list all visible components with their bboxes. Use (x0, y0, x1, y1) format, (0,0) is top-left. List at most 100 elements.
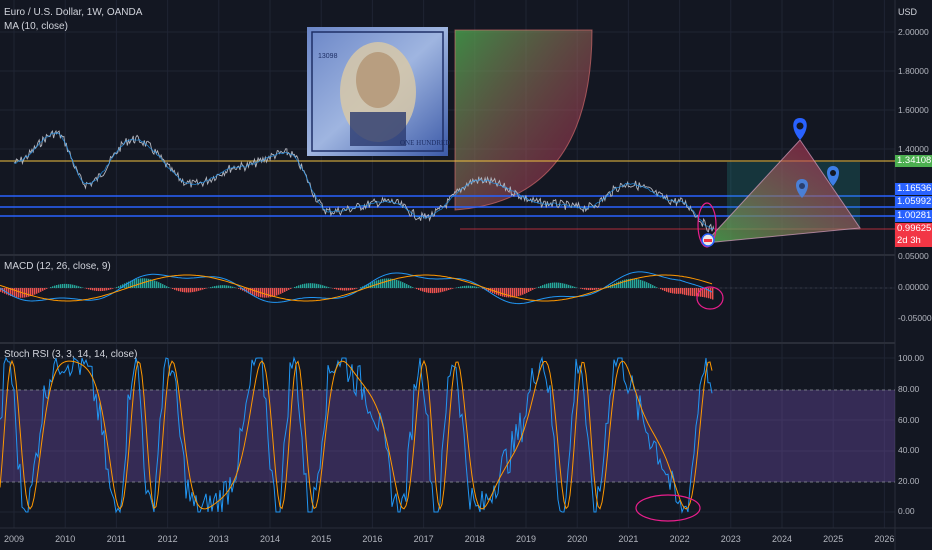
macd-histogram-bar (156, 281, 158, 288)
macd-histogram-bar (522, 288, 524, 295)
macd-histogram-bar (166, 286, 168, 288)
macd-histogram-bar (214, 286, 216, 288)
macd-histogram-bar (640, 279, 642, 288)
macd-histogram-bar (676, 288, 678, 294)
macd-histogram-bar (190, 288, 192, 293)
macd-histogram-bar (338, 288, 340, 290)
symbol-title[interactable]: Euro / U.S. Dollar, 1W, OANDA (4, 7, 142, 18)
macd-histogram-bar (550, 282, 552, 288)
macd-histogram-bar (348, 288, 350, 291)
macd-histogram-bar (592, 288, 594, 291)
macd-histogram-bar (444, 288, 446, 292)
macd-histogram-bar (336, 288, 338, 290)
macd-histogram-bar (164, 285, 166, 288)
macd-histogram-bar (442, 288, 444, 292)
macd-histogram-bar (688, 288, 690, 296)
macd-histogram-bar (224, 285, 226, 288)
macd-histogram-bar (238, 288, 240, 289)
stoch-indicator-label[interactable]: Stoch RSI (3, 3, 14, 14, close) (4, 349, 137, 360)
macd-histogram-bar (26, 288, 28, 298)
time-axis-year: 2020 (567, 534, 588, 544)
stoch-tick: 40.00 (898, 445, 920, 455)
macd-histogram-bar (94, 288, 96, 291)
macd-histogram-bar (232, 286, 234, 288)
macd-histogram-bar (584, 288, 586, 290)
macd-histogram-bar (416, 288, 418, 290)
macd-histogram-bar (422, 288, 424, 292)
macd-histogram-bar (184, 288, 186, 293)
macd-histogram-bar (152, 279, 154, 288)
macd-histogram-bar (202, 288, 204, 290)
macd-histogram-bar (194, 288, 196, 292)
macd-histogram-bar (712, 288, 714, 300)
macd-histogram-bar (388, 278, 390, 288)
macd-histogram-bar (178, 288, 180, 292)
macd-histogram-bar (134, 279, 136, 288)
macd-histogram-bar (566, 284, 568, 288)
macd-histogram-bar (590, 288, 592, 291)
macd-histogram-bar (474, 286, 476, 288)
macd-histogram-bar (446, 288, 448, 291)
macd-histogram-bar (234, 287, 236, 288)
macd-histogram-bar (230, 286, 232, 288)
macd-histogram-bar (554, 282, 556, 288)
macd-indicator-label[interactable]: MACD (12, 26, close, 9) (4, 261, 111, 272)
macd-histogram-bar (588, 288, 590, 291)
svg-text:ONE HUNDRED: ONE HUNDRED (400, 139, 450, 147)
macd-histogram-bar (100, 288, 102, 292)
chart-canvas[interactable]: 13098 ONE HUNDRED (0, 0, 932, 550)
macd-histogram-bar (180, 288, 182, 292)
macd-histogram-bar (118, 286, 120, 288)
macd-histogram-bar (218, 285, 220, 288)
time-axis-year: 2019 (515, 534, 537, 544)
macd-histogram-bar (186, 288, 188, 293)
macd-histogram-bar (328, 287, 330, 288)
bar-countdown-badge: 2d 3h (895, 235, 932, 247)
price-badge-blue: 1.16536 (895, 183, 932, 195)
macd-histogram-bar (46, 288, 48, 289)
stoch-band (0, 390, 895, 482)
macd-histogram-bar (148, 278, 150, 288)
macd-histogram-bar (466, 285, 468, 288)
macd-histogram-bar (92, 288, 94, 291)
macd-histogram-bar (16, 288, 18, 298)
macd-histogram-bar (14, 288, 16, 298)
ma-indicator-label[interactable]: MA (10, close) (4, 21, 68, 32)
macd-histogram-bar (158, 282, 160, 288)
macd-histogram-bar (382, 278, 384, 288)
macd-histogram-bar (138, 278, 140, 288)
macd-histogram-bar (252, 288, 254, 296)
map-pin-icon[interactable] (793, 118, 807, 140)
macd-histogram-bar (112, 288, 114, 289)
time-axis-year: 2012 (157, 534, 178, 544)
arc-drawing[interactable] (454, 29, 593, 211)
macd-histogram-bar (632, 278, 634, 288)
time-axis-year: 2021 (618, 534, 639, 544)
macd-histogram-bar (680, 288, 682, 294)
macd-histogram-bar (540, 285, 542, 288)
macd-histogram-bar (272, 288, 274, 297)
stoch-highlight-circle[interactable] (635, 494, 701, 522)
time-axis-year: 2023 (720, 534, 741, 544)
macd-histogram-bar (354, 288, 356, 290)
hundred-dollar-bill-picture[interactable]: 13098 ONE HUNDRED (307, 27, 450, 156)
macd-histogram-bar (452, 288, 454, 289)
macd-histogram-bar (672, 288, 674, 294)
currency-label: USD (898, 7, 918, 17)
price-tick: 1.80000 (898, 66, 929, 76)
macd-histogram-bar (44, 288, 46, 290)
macd-histogram-bar (86, 288, 88, 289)
macd-histogram-bar (360, 287, 362, 288)
time-axis-year: 2024 (771, 534, 793, 544)
macd-histogram-bar (502, 288, 504, 297)
time-axis-year: 2014 (259, 534, 281, 544)
stoch-tick: 20.00 (898, 476, 920, 486)
macd-histogram-bar (556, 282, 558, 288)
macd-histogram-bar (646, 282, 648, 288)
macd-histogram-bar (266, 288, 268, 298)
price-tick: 0.05000 (898, 251, 929, 261)
macd-histogram-bar (182, 288, 184, 293)
macd-histogram-bar (62, 283, 64, 288)
stoch-tick: 100.00 (898, 353, 924, 363)
macd-tick: -0.05000 (898, 313, 932, 323)
